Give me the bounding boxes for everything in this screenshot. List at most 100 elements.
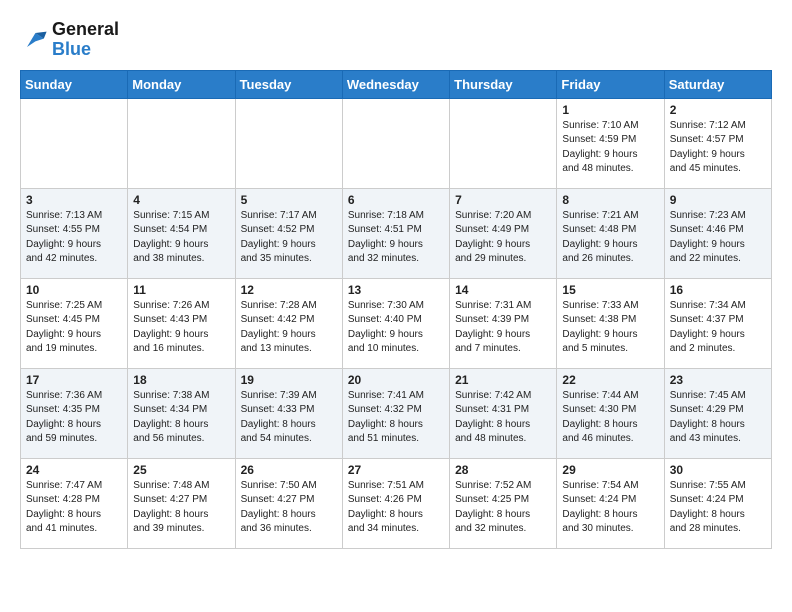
calendar-cell: 19Sunrise: 7:39 AM Sunset: 4:33 PM Dayli… (235, 368, 342, 458)
calendar-cell: 12 Sunrise: 7:28 AM Sunset: 4:42 PM Dayli… (235, 278, 342, 368)
cell-info: Sunrise: 7:47 AM Sunset: 4:28 PM Dayligh… (26, 479, 122, 537)
day-number: 16 (670, 283, 766, 297)
cell-info: Sunrise: 7:51 AM Sunset: 4:26 PM Dayligh… (348, 479, 444, 537)
cell-info: Sunrise: 7:41 AM Sunset: 4:32 PM Dayligh… (348, 389, 444, 447)
cell-info: Sunrise: 7:34 AM Sunset: 4:37 PM Dayligh… (670, 299, 766, 357)
logo: General Blue (20, 20, 119, 60)
cell-info: Sunrise: 7:42 AM Sunset: 4:31 PM Dayligh… (455, 389, 551, 447)
cell-info: Sunrise: 7:45 AM Sunset: 4:29 PM Dayligh… (670, 389, 766, 447)
calendar: SundayMondayTuesdayWednesdayThursdayFrid… (20, 70, 772, 549)
calendar-cell: 14 Sunrise: 7:31 AM Sunset: 4:39 PM Dayli… (450, 278, 557, 368)
cell-info: Sunrise: 7:52 AM Sunset: 4:25 PM Dayligh… (455, 479, 551, 537)
day-number: 5 (241, 193, 337, 207)
calendar-cell: 11 Sunrise: 7:26 AM Sunset: 4:43 PM Dayli… (128, 278, 235, 368)
day-number: 9 (670, 193, 766, 207)
calendar-cell: 17Sunrise: 7:36 AM Sunset: 4:35 PM Dayli… (21, 368, 128, 458)
calendar-cell: 15 Sunrise: 7:33 AM Sunset: 4:38 PM Dayli… (557, 278, 664, 368)
cell-info: Sunrise: 7:18 AM Sunset: 4:51 PM Dayligh… (348, 209, 444, 267)
day-number: 22 (562, 373, 658, 387)
day-number: 27 (348, 463, 444, 477)
day-number: 25 (133, 463, 229, 477)
weekday-header: Tuesday (235, 70, 342, 98)
calendar-cell: 3 Sunrise: 7:13 AM Sunset: 4:55 PM Daylig… (21, 188, 128, 278)
calendar-cell: 9 Sunrise: 7:23 AM Sunset: 4:46 PM Daylig… (664, 188, 771, 278)
logo-text: General Blue (52, 20, 119, 60)
cell-info: Sunrise: 7:31 AM Sunset: 4:39 PM Dayligh… (455, 299, 551, 357)
day-number: 28 (455, 463, 551, 477)
calendar-cell (21, 98, 128, 188)
day-number: 21 (455, 373, 551, 387)
day-number: 29 (562, 463, 658, 477)
calendar-cell: 6 Sunrise: 7:18 AM Sunset: 4:51 PM Daylig… (342, 188, 449, 278)
day-number: 19 (241, 373, 337, 387)
cell-info: Sunrise: 7:44 AM Sunset: 4:30 PM Dayligh… (562, 389, 658, 447)
calendar-cell: 22 Sunrise: 7:44 AM Sunset: 4:30 PM Dayli… (557, 368, 664, 458)
calendar-cell: 29Sunrise: 7:54 AM Sunset: 4:24 PM Dayli… (557, 458, 664, 548)
calendar-cell: 10 Sunrise: 7:25 AM Sunset: 4:45 PM Dayli… (21, 278, 128, 368)
day-number: 3 (26, 193, 122, 207)
day-number: 20 (348, 373, 444, 387)
cell-info: Sunrise: 7:17 AM Sunset: 4:52 PM Dayligh… (241, 209, 337, 267)
cell-info: Sunrise: 7:12 AM Sunset: 4:57 PM Dayligh… (670, 119, 766, 177)
calendar-cell: 1 Sunrise: 7:10 AM Sunset: 4:59 PM Daylig… (557, 98, 664, 188)
day-number: 7 (455, 193, 551, 207)
cell-info: Sunrise: 7:23 AM Sunset: 4:46 PM Dayligh… (670, 209, 766, 267)
calendar-cell (128, 98, 235, 188)
day-number: 4 (133, 193, 229, 207)
calendar-cell: 20 Sunrise: 7:41 AM Sunset: 4:32 PM Dayli… (342, 368, 449, 458)
calendar-cell: 28 Sunrise: 7:52 AM Sunset: 4:25 PM Dayli… (450, 458, 557, 548)
page-header: General Blue (20, 20, 772, 60)
cell-info: Sunrise: 7:38 AM Sunset: 4:34 PM Dayligh… (133, 389, 229, 447)
cell-info: Sunrise: 7:10 AM Sunset: 4:59 PM Dayligh… (562, 119, 658, 177)
calendar-cell (235, 98, 342, 188)
calendar-cell: 26 Sunrise: 7:50 AM Sunset: 4:27 PM Dayli… (235, 458, 342, 548)
day-number: 8 (562, 193, 658, 207)
logo-icon (20, 26, 48, 54)
day-number: 24 (26, 463, 122, 477)
calendar-cell: 16 Sunrise: 7:34 AM Sunset: 4:37 PM Dayli… (664, 278, 771, 368)
calendar-week-row: 10 Sunrise: 7:25 AM Sunset: 4:45 PM Dayli… (21, 278, 772, 368)
calendar-week-row: 24 Sunrise: 7:47 AM Sunset: 4:28 PM Dayli… (21, 458, 772, 548)
calendar-cell: 25 Sunrise: 7:48 AM Sunset: 4:27 PM Dayli… (128, 458, 235, 548)
day-number: 26 (241, 463, 337, 477)
calendar-cell: 4 Sunrise: 7:15 AM Sunset: 4:54 PM Daylig… (128, 188, 235, 278)
weekday-header: Wednesday (342, 70, 449, 98)
calendar-cell: 30Sunrise: 7:55 AM Sunset: 4:24 PM Dayli… (664, 458, 771, 548)
cell-info: Sunrise: 7:28 AM Sunset: 4:42 PM Dayligh… (241, 299, 337, 357)
cell-info: Sunrise: 7:20 AM Sunset: 4:49 PM Dayligh… (455, 209, 551, 267)
day-number: 14 (455, 283, 551, 297)
weekday-header: Friday (557, 70, 664, 98)
weekday-header: Saturday (664, 70, 771, 98)
calendar-cell: 18 Sunrise: 7:38 AM Sunset: 4:34 PM Dayli… (128, 368, 235, 458)
day-number: 15 (562, 283, 658, 297)
cell-info: Sunrise: 7:48 AM Sunset: 4:27 PM Dayligh… (133, 479, 229, 537)
calendar-week-row: 17Sunrise: 7:36 AM Sunset: 4:35 PM Dayli… (21, 368, 772, 458)
cell-info: Sunrise: 7:36 AM Sunset: 4:35 PM Dayligh… (26, 389, 122, 447)
calendar-cell (342, 98, 449, 188)
cell-info: Sunrise: 7:25 AM Sunset: 4:45 PM Dayligh… (26, 299, 122, 357)
day-number: 11 (133, 283, 229, 297)
weekday-header-row: SundayMondayTuesdayWednesdayThursdayFrid… (21, 70, 772, 98)
calendar-cell (450, 98, 557, 188)
weekday-header: Sunday (21, 70, 128, 98)
calendar-cell: 2Sunrise: 7:12 AM Sunset: 4:57 PM Daylig… (664, 98, 771, 188)
cell-info: Sunrise: 7:26 AM Sunset: 4:43 PM Dayligh… (133, 299, 229, 357)
day-number: 1 (562, 103, 658, 117)
cell-info: Sunrise: 7:50 AM Sunset: 4:27 PM Dayligh… (241, 479, 337, 537)
day-number: 30 (670, 463, 766, 477)
cell-info: Sunrise: 7:30 AM Sunset: 4:40 PM Dayligh… (348, 299, 444, 357)
day-number: 18 (133, 373, 229, 387)
cell-info: Sunrise: 7:15 AM Sunset: 4:54 PM Dayligh… (133, 209, 229, 267)
calendar-week-row: 1 Sunrise: 7:10 AM Sunset: 4:59 PM Daylig… (21, 98, 772, 188)
day-number: 23 (670, 373, 766, 387)
cell-info: Sunrise: 7:13 AM Sunset: 4:55 PM Dayligh… (26, 209, 122, 267)
cell-info: Sunrise: 7:21 AM Sunset: 4:48 PM Dayligh… (562, 209, 658, 267)
calendar-cell: 13Sunrise: 7:30 AM Sunset: 4:40 PM Dayli… (342, 278, 449, 368)
day-number: 12 (241, 283, 337, 297)
cell-info: Sunrise: 7:33 AM Sunset: 4:38 PM Dayligh… (562, 299, 658, 357)
day-number: 6 (348, 193, 444, 207)
calendar-cell: 21 Sunrise: 7:42 AM Sunset: 4:31 PM Dayli… (450, 368, 557, 458)
day-number: 10 (26, 283, 122, 297)
weekday-header: Thursday (450, 70, 557, 98)
calendar-cell: 23 Sunrise: 7:45 AM Sunset: 4:29 PM Dayli… (664, 368, 771, 458)
